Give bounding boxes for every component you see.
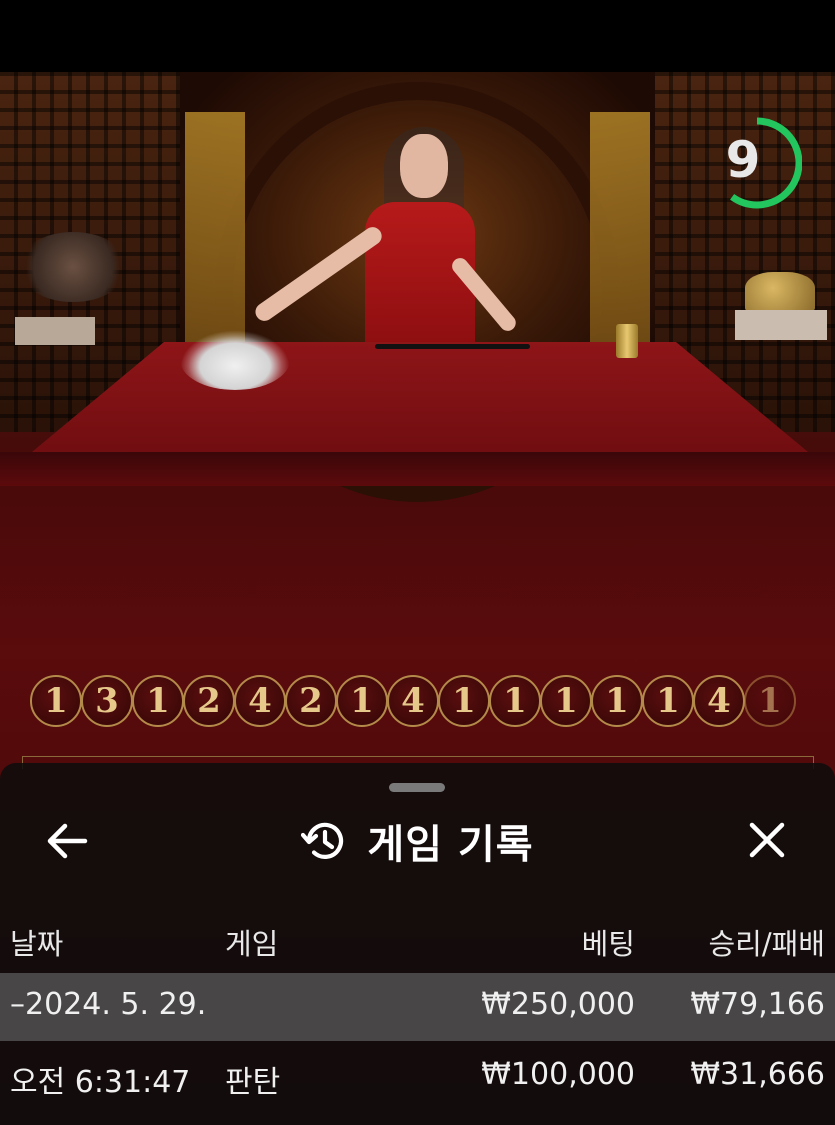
- result-bead: 1: [744, 675, 796, 727]
- table-edge: [0, 452, 835, 486]
- result-bead: 1: [540, 675, 592, 727]
- plant-pedestal: [15, 317, 95, 345]
- top-black-bar: [0, 0, 835, 72]
- date-total-win-loss: ₩79,166: [690, 987, 825, 1022]
- dealer-stick: [375, 344, 530, 349]
- timer-value: 9: [725, 131, 761, 189]
- bonsai-plant: [18, 232, 128, 302]
- column-game: 게임: [225, 927, 279, 961]
- game-history-sheet: 게임 기록 날짜 게임 베팅 승리/패배 –2024. 5. 29. ₩250,…: [0, 763, 835, 1125]
- table-row[interactable]: 오전 6:31:47 판탄 ₩100,000 ₩31,666: [0, 1043, 835, 1111]
- bead-bowl: [180, 330, 290, 390]
- brass-cup: [616, 324, 638, 358]
- result-bead: 1: [132, 675, 184, 727]
- result-bead: 1: [591, 675, 643, 727]
- result-bead: 4: [387, 675, 439, 727]
- date-value: –2024. 5. 29.: [10, 987, 207, 1022]
- result-bead: 1: [489, 675, 541, 727]
- result-bead: 3: [81, 675, 133, 727]
- dragon-pedestal: [735, 310, 827, 340]
- sheet-header: 게임 기록: [0, 811, 835, 871]
- sheet-title: 게임 기록: [367, 822, 534, 868]
- result-bead: 1: [336, 675, 388, 727]
- result-bead: 4: [693, 675, 745, 727]
- column-win-loss: 승리/패배: [708, 927, 826, 961]
- history-icon: [301, 818, 347, 864]
- date-total-bet: ₩250,000: [481, 987, 635, 1022]
- dealer-face: [400, 134, 448, 198]
- result-bead: 2: [285, 675, 337, 727]
- column-bet: 베팅: [581, 927, 635, 961]
- history-table-header: 날짜 게임 베팅 승리/패배: [0, 913, 835, 963]
- result-bead: 4: [234, 675, 286, 727]
- countdown-timer: 9: [711, 108, 803, 218]
- result-bead: 1: [30, 675, 82, 727]
- round-bet: ₩100,000: [481, 1057, 635, 1092]
- column-date: 날짜: [10, 927, 64, 961]
- round-win-loss: ₩31,666: [690, 1057, 825, 1092]
- round-time: 오전 6:31:47: [10, 1065, 191, 1100]
- sheet-drag-handle[interactable]: [389, 783, 445, 792]
- result-bead: 1: [438, 675, 490, 727]
- results-road: 131242141111141: [30, 675, 796, 733]
- date-group-row[interactable]: –2024. 5. 29. ₩250,000 ₩79,166: [0, 973, 835, 1041]
- close-icon[interactable]: [744, 817, 790, 863]
- round-game: 판탄: [225, 1065, 281, 1100]
- result-bead: 1: [642, 675, 694, 727]
- result-bead: 2: [183, 675, 235, 727]
- dragon-statue: [745, 272, 815, 312]
